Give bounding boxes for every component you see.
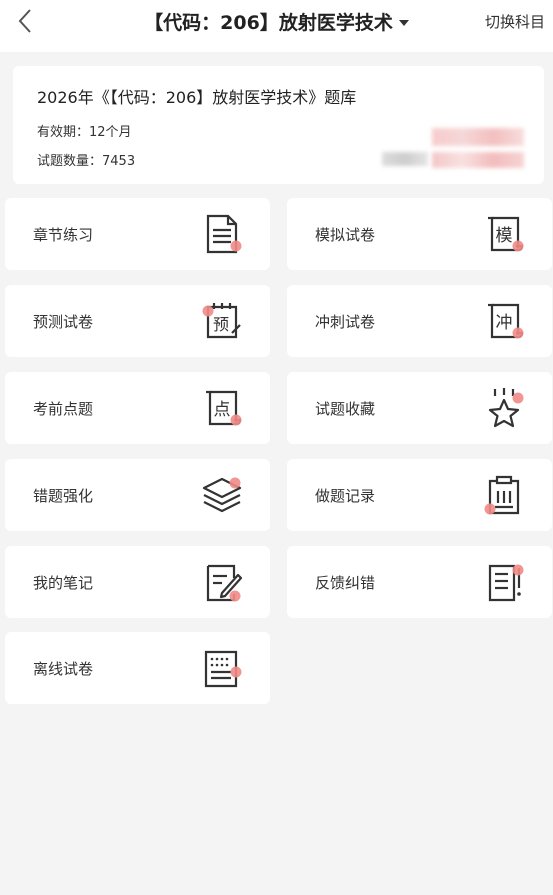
validity-line: 有效期：12个月	[37, 121, 132, 140]
tile-label: 错题强化	[33, 487, 94, 505]
offline-paper-icon	[200, 646, 244, 690]
tile-favorite-questions[interactable]: 试题收藏	[287, 372, 552, 444]
tile-label: 预测试卷	[33, 313, 94, 331]
tile-label: 试题收藏	[315, 400, 376, 418]
tile-mock-exam[interactable]: 模拟试卷 模	[287, 198, 552, 270]
icon-glyph: 模	[496, 226, 513, 246]
tile-feedback-correction[interactable]: 反馈纠错	[287, 546, 552, 618]
caret-down-icon	[398, 19, 409, 26]
layers-icon	[200, 473, 244, 517]
tile-label: 反馈纠错	[315, 574, 376, 592]
tile-predicted-exam[interactable]: 预测试卷 预	[5, 285, 270, 357]
tile-label: 章节练习	[33, 226, 94, 244]
question-count-label: 试题数量：	[37, 154, 103, 169]
tile-chapter-practice[interactable]: 章节练习	[5, 198, 270, 270]
tile-practice-history[interactable]: 做题记录	[287, 459, 552, 531]
scroll-mo-icon: 模	[482, 212, 526, 256]
clipboard-record-icon	[482, 473, 526, 517]
tile-sprint-exam[interactable]: 冲刺试卷 冲	[287, 285, 552, 357]
question-count-line: 试题数量：7453	[37, 150, 135, 169]
icon-glyph: 点	[214, 400, 231, 420]
tile-my-notes[interactable]: 我的笔记	[5, 546, 270, 618]
question-bank-title: 2026年《【代码：206】放射医学技术》题库	[37, 88, 357, 107]
scroll-chong-icon: 冲	[482, 299, 526, 343]
switch-subject-button[interactable]: 切换科目	[485, 11, 545, 32]
tile-pre-exam-highlights[interactable]: 考前点题 点	[5, 372, 270, 444]
tile-label: 离线试卷	[33, 660, 94, 678]
tile-label: 模拟试卷	[315, 226, 376, 244]
question-bank-info-card: 2026年《【代码：206】放射医学技术》题库 有效期：12个月 试题数量：74…	[13, 66, 544, 184]
blurred-text-redaction	[432, 128, 524, 146]
tile-label: 我的笔记	[33, 574, 94, 592]
tile-label: 做题记录	[315, 487, 376, 505]
page-title: 【代码：206】放射医学技术	[144, 12, 393, 34]
validity-label: 有效期：	[37, 125, 90, 140]
scroll-dian-icon: 点	[200, 386, 244, 430]
feedback-icon	[482, 560, 526, 604]
tile-mistake-review[interactable]: 错题强化	[5, 459, 270, 531]
icon-glyph: 预	[213, 315, 229, 334]
star-icon	[482, 386, 526, 430]
tile-offline-exam[interactable]: 离线试卷	[5, 632, 270, 704]
tile-label: 考前点题	[33, 400, 94, 418]
blurred-text-redaction	[432, 152, 524, 168]
icon-glyph: 冲	[496, 313, 513, 333]
tile-label: 冲刺试卷	[315, 313, 376, 331]
question-count-value: 7453	[102, 154, 136, 169]
subject-selector[interactable]: 【代码：206】放射医学技术	[0, 8, 553, 35]
clipboard-yu-icon: 预	[200, 299, 244, 343]
note-pencil-icon	[200, 560, 244, 604]
validity-value: 12个月	[89, 125, 132, 140]
document-icon	[200, 212, 244, 256]
top-nav-bar: 【代码：206】放射医学技术 切换科目	[0, 0, 553, 52]
blurred-text-redaction	[382, 152, 428, 166]
